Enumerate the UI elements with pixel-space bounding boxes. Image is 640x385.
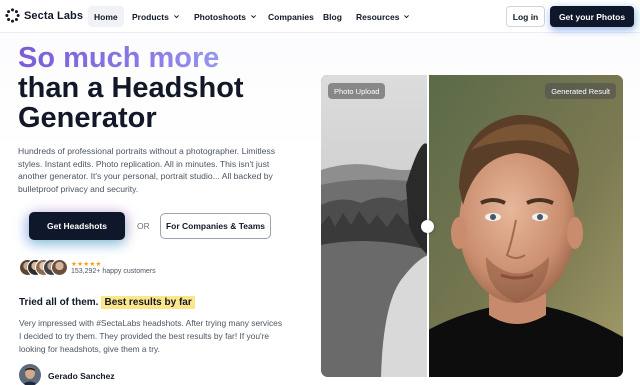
photo-upload-label: Photo Upload [328, 83, 386, 99]
brand-logo[interactable]: Secta Labs [5, 8, 83, 23]
secta-logo-icon [5, 8, 20, 23]
before-after-comparison[interactable]: Photo Upload Generated Result [321, 75, 623, 377]
chevron-down-icon [404, 15, 410, 19]
testimonial-heading: Tried all of them. Best results by far [19, 296, 195, 309]
chevron-down-icon [251, 15, 256, 19]
nav-item-label: Blog [323, 11, 342, 22]
testimonial-quote: Very impressed with #SectaLabs headshots… [19, 318, 283, 354]
nav-item-products[interactable]: Products [126, 6, 186, 27]
hero-description: Hundreds of professional portraits witho… [18, 146, 275, 194]
chevron-down-icon [173, 15, 179, 19]
nav-item-home[interactable]: Home [88, 6, 124, 27]
get-headshots-button[interactable]: Get Headshots [29, 212, 125, 240]
brand-name: Secta Labs [24, 9, 84, 22]
nav-item-photoshoots[interactable]: Photoshoots [188, 6, 263, 27]
nav-item-label: Companies [268, 11, 314, 22]
hero-title-line-1: So much more [18, 43, 318, 73]
nav-item-resources[interactable]: Resources [350, 6, 416, 27]
comparison-image [321, 75, 623, 377]
login-button[interactable]: Log in [506, 6, 545, 27]
get-photos-button[interactable]: Get your Photos [550, 6, 634, 27]
or-separator: OR [137, 221, 150, 231]
customer-count: 153,292+ happy customers [71, 268, 156, 275]
customer-avatars [19, 259, 69, 276]
nav-item-label: Products [132, 11, 169, 22]
nav-item-label: Resources [356, 11, 400, 22]
testimonial-highlight: Best results by far [101, 296, 195, 309]
top-nav: Secta Labs Home Products Photoshoots Com… [0, 0, 640, 33]
companies-teams-button[interactable]: For Companies & Teams [160, 213, 271, 239]
testimonial-lead: Tried all of them. [19, 297, 99, 308]
nav-item-label: Home [94, 11, 118, 22]
author-avatar [19, 364, 41, 385]
nav-item-blog[interactable]: Blog [317, 6, 348, 27]
comparison-slider-handle[interactable] [421, 220, 434, 233]
hero-title-line-3: Generator [18, 102, 157, 134]
nav-item-label: Photoshoots [194, 11, 246, 22]
nav-item-companies[interactable]: Companies [262, 6, 320, 27]
hero-title-line-2: than a Headshot [18, 72, 244, 104]
avatar [51, 259, 68, 276]
generated-result-label: Generated Result [545, 83, 616, 99]
rating-stars-icon: ★★★★★ [71, 261, 102, 268]
hero-title: So much more than a Headshot Generator [18, 43, 318, 133]
author-name: Gerado Sanchez [48, 371, 115, 381]
